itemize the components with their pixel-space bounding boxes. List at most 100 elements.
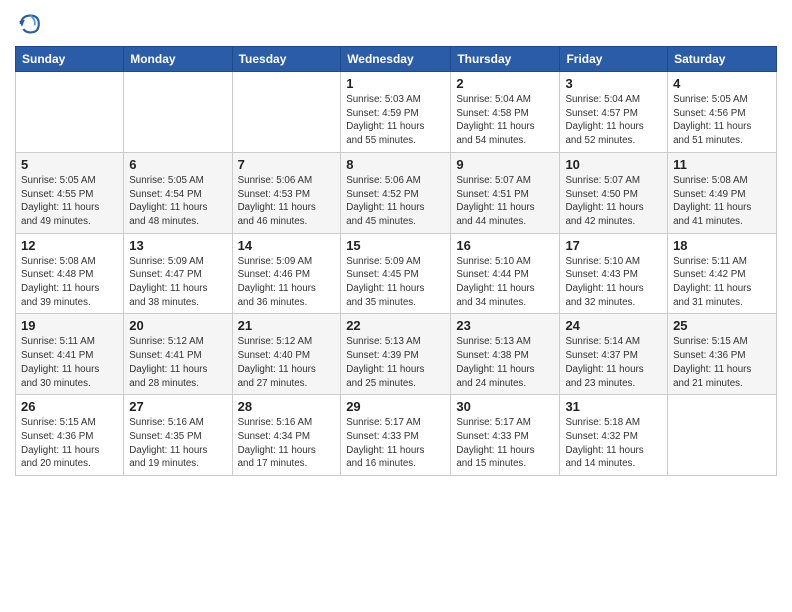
day-info: Sunrise: 5:07 AM Sunset: 4:51 PM Dayligh… xyxy=(456,174,554,229)
day-info: Sunrise: 5:18 AM Sunset: 4:32 PM Dayligh… xyxy=(565,416,662,471)
day-number: 25 xyxy=(673,318,771,333)
day-number: 3 xyxy=(565,76,662,91)
day-info: Sunrise: 5:09 AM Sunset: 4:45 PM Dayligh… xyxy=(346,255,445,310)
page: SundayMondayTuesdayWednesdayThursdayFrid… xyxy=(0,0,792,612)
day-number: 16 xyxy=(456,238,554,253)
calendar-cell: 11 Sunrise: 5:08 AM Sunset: 4:49 PM Dayli… xyxy=(668,152,777,233)
day-number: 9 xyxy=(456,157,554,172)
calendar-cell: 13Sunrise: 5:09 AM Sunset: 4:47 PM Dayli… xyxy=(124,233,232,314)
logo-icon xyxy=(15,10,43,38)
calendar-cell: 26 Sunrise: 5:15 AM Sunset: 4:36 PM Dayli… xyxy=(16,395,124,476)
calendar-header-monday: Monday xyxy=(124,47,232,72)
calendar-cell: 28 Sunrise: 5:16 AM Sunset: 4:34 PM Dayli… xyxy=(232,395,341,476)
day-number: 17 xyxy=(565,238,662,253)
day-info: Sunrise: 5:12 AM Sunset: 4:40 PM Dayligh… xyxy=(238,335,336,390)
calendar-header-row: SundayMondayTuesdayWednesdayThursdayFrid… xyxy=(16,47,777,72)
calendar-cell: 16 Sunrise: 5:10 AM Sunset: 4:44 PM Dayli… xyxy=(451,233,560,314)
day-number: 13 xyxy=(129,238,226,253)
day-number: 7 xyxy=(238,157,336,172)
day-number: 29 xyxy=(346,399,445,414)
day-number: 5 xyxy=(21,157,118,172)
calendar-week-row: 1 Sunrise: 5:03 AM Sunset: 4:59 PM Daylig… xyxy=(16,72,777,153)
day-number: 27 xyxy=(129,399,226,414)
day-number: 30 xyxy=(456,399,554,414)
calendar-header-thursday: Thursday xyxy=(451,47,560,72)
day-number: 18 xyxy=(673,238,771,253)
header xyxy=(15,10,777,38)
day-info: Sunrise: 5:06 AM Sunset: 4:52 PM Dayligh… xyxy=(346,174,445,229)
calendar-cell: 7 Sunrise: 5:06 AM Sunset: 4:53 PM Daylig… xyxy=(232,152,341,233)
calendar-week-row: 26 Sunrise: 5:15 AM Sunset: 4:36 PM Dayli… xyxy=(16,395,777,476)
calendar-cell xyxy=(16,72,124,153)
calendar-cell: 17 Sunrise: 5:10 AM Sunset: 4:43 PM Dayli… xyxy=(560,233,668,314)
day-number: 1 xyxy=(346,76,445,91)
day-info: Sunrise: 5:10 AM Sunset: 4:44 PM Dayligh… xyxy=(456,255,554,310)
day-info: Sunrise: 5:15 AM Sunset: 4:36 PM Dayligh… xyxy=(21,416,118,471)
day-number: 2 xyxy=(456,76,554,91)
calendar-cell: 14 Sunrise: 5:09 AM Sunset: 4:46 PM Dayli… xyxy=(232,233,341,314)
calendar-cell: 20Sunrise: 5:12 AM Sunset: 4:41 PM Dayli… xyxy=(124,314,232,395)
calendar-cell: 4Sunrise: 5:05 AM Sunset: 4:56 PM Daylig… xyxy=(668,72,777,153)
calendar-cell: 23 Sunrise: 5:13 AM Sunset: 4:38 PM Dayli… xyxy=(451,314,560,395)
calendar-cell xyxy=(668,395,777,476)
calendar-cell: 27 Sunrise: 5:16 AM Sunset: 4:35 PM Dayli… xyxy=(124,395,232,476)
day-number: 20 xyxy=(129,318,226,333)
calendar-cell: 3 Sunrise: 5:04 AM Sunset: 4:57 PM Daylig… xyxy=(560,72,668,153)
calendar-cell: 18 Sunrise: 5:11 AM Sunset: 4:42 PM Dayli… xyxy=(668,233,777,314)
day-info: Sunrise: 5:03 AM Sunset: 4:59 PM Dayligh… xyxy=(346,93,445,148)
calendar-header-friday: Friday xyxy=(560,47,668,72)
day-number: 31 xyxy=(565,399,662,414)
day-number: 21 xyxy=(238,318,336,333)
calendar-header-saturday: Saturday xyxy=(668,47,777,72)
day-number: 23 xyxy=(456,318,554,333)
day-info: Sunrise: 5:17 AM Sunset: 4:33 PM Dayligh… xyxy=(346,416,445,471)
day-info: Sunrise: 5:09 AM Sunset: 4:46 PM Dayligh… xyxy=(238,255,336,310)
calendar-cell xyxy=(124,72,232,153)
day-info: Sunrise: 5:15 AM Sunset: 4:36 PM Dayligh… xyxy=(673,335,771,390)
day-info: Sunrise: 5:04 AM Sunset: 4:57 PM Dayligh… xyxy=(565,93,662,148)
calendar-header-sunday: Sunday xyxy=(16,47,124,72)
day-info: Sunrise: 5:08 AM Sunset: 4:49 PM Dayligh… xyxy=(673,174,771,229)
day-info: Sunrise: 5:08 AM Sunset: 4:48 PM Dayligh… xyxy=(21,255,118,310)
calendar-cell: 30 Sunrise: 5:17 AM Sunset: 4:33 PM Dayli… xyxy=(451,395,560,476)
calendar-cell: 12Sunrise: 5:08 AM Sunset: 4:48 PM Dayli… xyxy=(16,233,124,314)
day-number: 28 xyxy=(238,399,336,414)
day-info: Sunrise: 5:16 AM Sunset: 4:34 PM Dayligh… xyxy=(238,416,336,471)
day-number: 14 xyxy=(238,238,336,253)
day-number: 10 xyxy=(565,157,662,172)
day-info: Sunrise: 5:11 AM Sunset: 4:42 PM Dayligh… xyxy=(673,255,771,310)
calendar-cell: 1 Sunrise: 5:03 AM Sunset: 4:59 PM Daylig… xyxy=(341,72,451,153)
day-info: Sunrise: 5:14 AM Sunset: 4:37 PM Dayligh… xyxy=(565,335,662,390)
day-info: Sunrise: 5:17 AM Sunset: 4:33 PM Dayligh… xyxy=(456,416,554,471)
day-info: Sunrise: 5:16 AM Sunset: 4:35 PM Dayligh… xyxy=(129,416,226,471)
calendar-cell: 24 Sunrise: 5:14 AM Sunset: 4:37 PM Dayli… xyxy=(560,314,668,395)
day-number: 22 xyxy=(346,318,445,333)
day-number: 4 xyxy=(673,76,771,91)
day-number: 26 xyxy=(21,399,118,414)
calendar-week-row: 12Sunrise: 5:08 AM Sunset: 4:48 PM Dayli… xyxy=(16,233,777,314)
day-number: 8 xyxy=(346,157,445,172)
day-number: 15 xyxy=(346,238,445,253)
calendar-cell: 19 Sunrise: 5:11 AM Sunset: 4:41 PM Dayli… xyxy=(16,314,124,395)
calendar-cell: 15 Sunrise: 5:09 AM Sunset: 4:45 PM Dayli… xyxy=(341,233,451,314)
day-info: Sunrise: 5:06 AM Sunset: 4:53 PM Dayligh… xyxy=(238,174,336,229)
calendar-cell: 21 Sunrise: 5:12 AM Sunset: 4:40 PM Dayli… xyxy=(232,314,341,395)
day-info: Sunrise: 5:13 AM Sunset: 4:38 PM Dayligh… xyxy=(456,335,554,390)
day-number: 11 xyxy=(673,157,771,172)
calendar-header-tuesday: Tuesday xyxy=(232,47,341,72)
day-info: Sunrise: 5:10 AM Sunset: 4:43 PM Dayligh… xyxy=(565,255,662,310)
calendar-week-row: 19 Sunrise: 5:11 AM Sunset: 4:41 PM Dayli… xyxy=(16,314,777,395)
calendar-cell: 8 Sunrise: 5:06 AM Sunset: 4:52 PM Daylig… xyxy=(341,152,451,233)
calendar-cell: 10Sunrise: 5:07 AM Sunset: 4:50 PM Dayli… xyxy=(560,152,668,233)
day-number: 24 xyxy=(565,318,662,333)
day-number: 19 xyxy=(21,318,118,333)
calendar-cell: 2 Sunrise: 5:04 AM Sunset: 4:58 PM Daylig… xyxy=(451,72,560,153)
calendar-cell: 22Sunrise: 5:13 AM Sunset: 4:39 PM Dayli… xyxy=(341,314,451,395)
calendar-cell: 29 Sunrise: 5:17 AM Sunset: 4:33 PM Dayli… xyxy=(341,395,451,476)
day-info: Sunrise: 5:05 AM Sunset: 4:55 PM Dayligh… xyxy=(21,174,118,229)
day-info: Sunrise: 5:04 AM Sunset: 4:58 PM Dayligh… xyxy=(456,93,554,148)
calendar-cell: 6Sunrise: 5:05 AM Sunset: 4:54 PM Daylig… xyxy=(124,152,232,233)
day-info: Sunrise: 5:11 AM Sunset: 4:41 PM Dayligh… xyxy=(21,335,118,390)
day-info: Sunrise: 5:05 AM Sunset: 4:54 PM Dayligh… xyxy=(129,174,226,229)
calendar-table: SundayMondayTuesdayWednesdayThursdayFrid… xyxy=(15,46,777,476)
